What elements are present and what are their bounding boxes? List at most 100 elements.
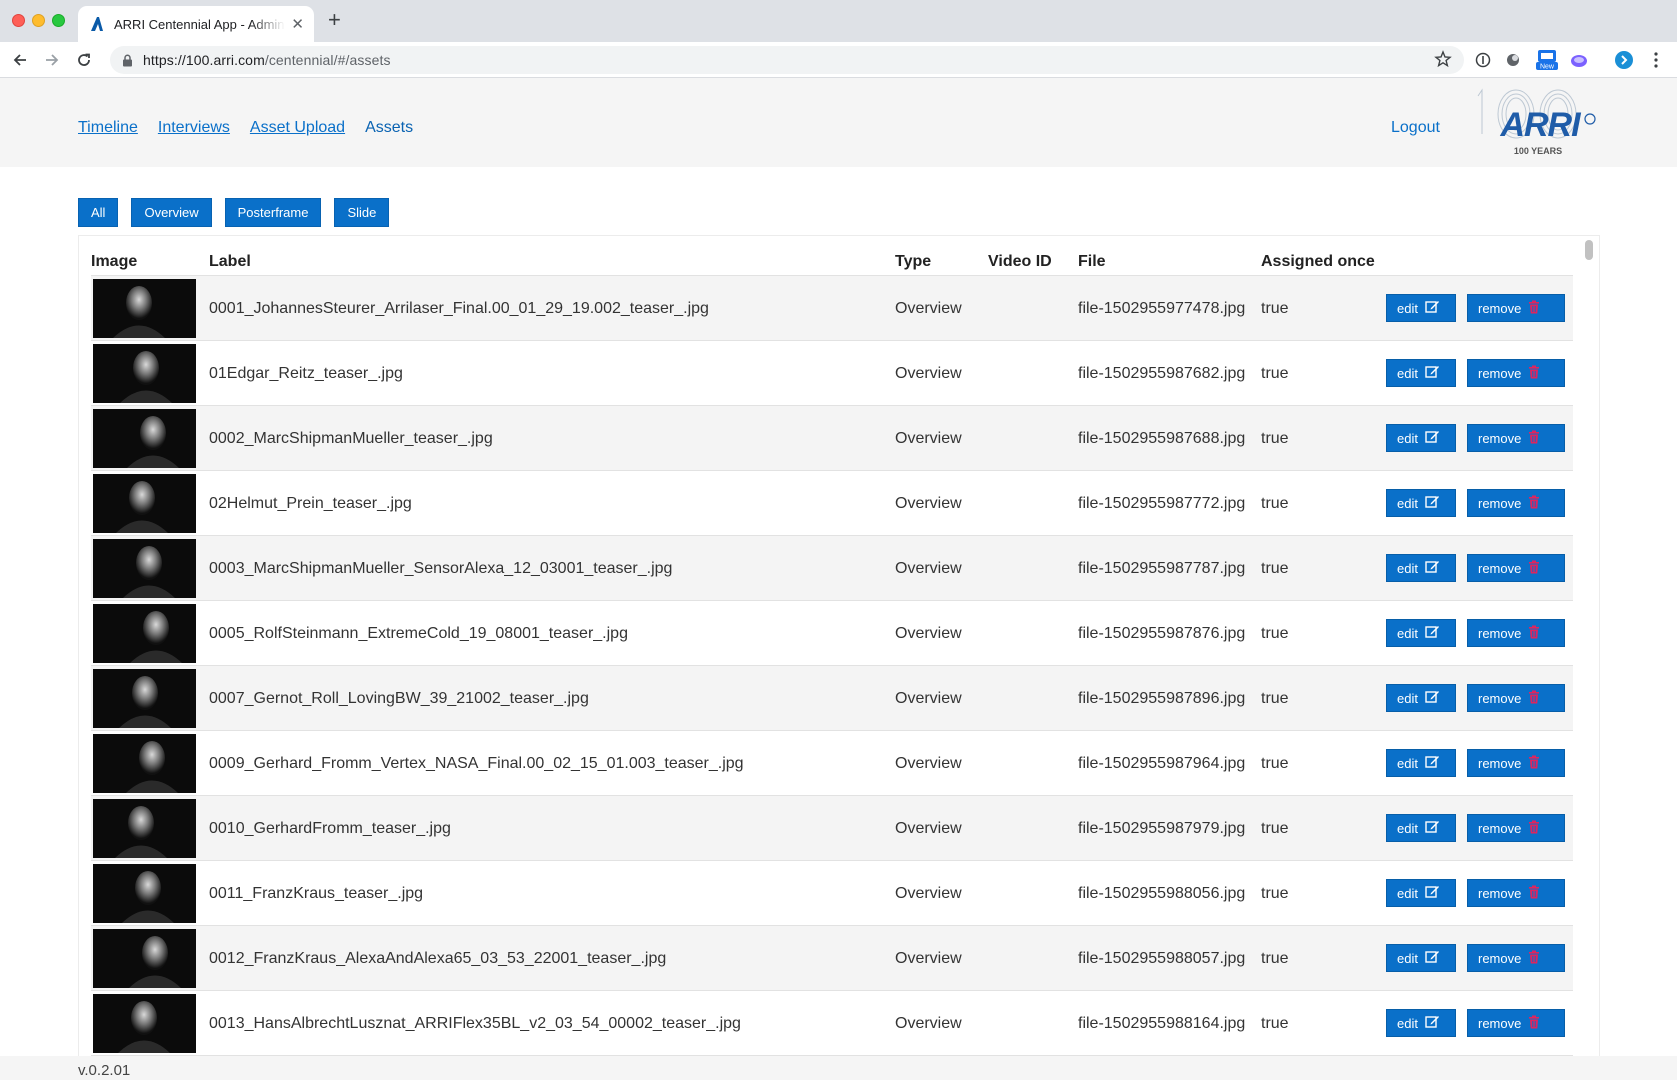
asset-thumbnail bbox=[93, 669, 196, 728]
bookmark-star-icon[interactable] bbox=[1434, 50, 1452, 73]
asset-type: Overview bbox=[895, 950, 962, 967]
filter-posterframe-button[interactable]: Posterframe bbox=[224, 198, 322, 227]
edit-button-label: edit bbox=[1397, 820, 1418, 836]
asset-file: file-1502955988164.jpg bbox=[1078, 1015, 1246, 1032]
tab-close-icon[interactable]: ✕ bbox=[291, 17, 304, 32]
asset-label: 0011_FranzKraus_teaser_.jpg bbox=[209, 885, 424, 902]
trash-icon bbox=[1528, 365, 1540, 382]
asset-file: file-1502955987682.jpg bbox=[1078, 365, 1246, 382]
asset-file: file-1502955987964.jpg bbox=[1078, 755, 1246, 772]
remove-button[interactable]: remove bbox=[1467, 749, 1565, 777]
edit-icon bbox=[1425, 494, 1440, 512]
edit-button[interactable]: edit bbox=[1386, 684, 1456, 712]
edit-button-label: edit bbox=[1397, 755, 1418, 771]
asset-assigned-once: true bbox=[1261, 1015, 1289, 1032]
arri-favicon-icon bbox=[88, 15, 106, 33]
trash-icon bbox=[1528, 885, 1540, 902]
extension-circle-icon[interactable] bbox=[1503, 50, 1523, 70]
remove-button[interactable]: remove bbox=[1467, 294, 1565, 322]
remove-button[interactable]: remove bbox=[1467, 684, 1565, 712]
edit-icon bbox=[1425, 754, 1440, 772]
logo-text: ARRI bbox=[1499, 106, 1582, 144]
asset-assigned-once: true bbox=[1261, 625, 1289, 642]
profile-avatar-icon[interactable] bbox=[1614, 50, 1634, 70]
asset-label: 0007_Gernot_Roll_LovingBW_39_21002_tease… bbox=[209, 690, 589, 707]
browser-menu-icon[interactable] bbox=[1646, 50, 1666, 70]
edit-icon bbox=[1425, 1014, 1440, 1032]
logout-link[interactable]: Logout bbox=[1391, 119, 1440, 137]
browser-tab-active[interactable]: ARRI Centennial App - Administration ✕ bbox=[78, 6, 314, 42]
close-window-button[interactable] bbox=[12, 14, 25, 27]
asset-assigned-once: true bbox=[1261, 885, 1289, 902]
remove-button-label: remove bbox=[1478, 820, 1522, 836]
asset-thumbnail bbox=[93, 604, 196, 663]
col-video-id: Video ID bbox=[988, 253, 1052, 270]
nav-assets[interactable]: Assets bbox=[365, 119, 413, 137]
col-label: Label bbox=[209, 253, 251, 270]
extension-info-icon[interactable] bbox=[1473, 50, 1493, 70]
asset-type: Overview bbox=[895, 1015, 962, 1032]
table-scrollbar[interactable] bbox=[1585, 240, 1593, 260]
remove-button[interactable]: remove bbox=[1467, 619, 1565, 647]
extension-cap-icon[interactable] bbox=[1569, 50, 1589, 70]
edit-icon bbox=[1425, 949, 1440, 967]
asset-label: 0005_RolfSteinmann_ExtremeCold_19_08001_… bbox=[209, 625, 628, 642]
edit-button[interactable]: edit bbox=[1386, 1009, 1456, 1037]
forward-icon[interactable] bbox=[41, 49, 63, 71]
remove-button[interactable]: remove bbox=[1467, 554, 1565, 582]
edit-icon bbox=[1425, 559, 1440, 577]
asset-assigned-once: true bbox=[1261, 430, 1289, 447]
edit-button[interactable]: edit bbox=[1386, 944, 1456, 972]
edit-button[interactable]: edit bbox=[1386, 489, 1456, 517]
maximize-window-button[interactable] bbox=[52, 14, 65, 27]
back-icon[interactable] bbox=[9, 49, 31, 71]
remove-button[interactable]: remove bbox=[1467, 489, 1565, 517]
asset-type-filters: All Overview Posterframe Slide bbox=[78, 198, 390, 227]
remove-button[interactable]: remove bbox=[1467, 944, 1565, 972]
col-assigned-once: Assigned once bbox=[1261, 253, 1375, 270]
trash-icon bbox=[1528, 430, 1540, 447]
trash-icon bbox=[1528, 560, 1540, 577]
trash-icon bbox=[1528, 625, 1540, 642]
nav-asset-upload[interactable]: Asset Upload bbox=[250, 119, 345, 137]
extension-new-icon[interactable]: New bbox=[1534, 50, 1560, 71]
edit-button[interactable]: edit bbox=[1386, 294, 1456, 322]
edit-button[interactable]: edit bbox=[1386, 879, 1456, 907]
remove-button[interactable]: remove bbox=[1467, 424, 1565, 452]
asset-file: file-1502955977478.jpg bbox=[1078, 300, 1246, 317]
edit-button[interactable]: edit bbox=[1386, 814, 1456, 842]
table-row: 0010_GerhardFromm_teaser_.jpg Overview fil… bbox=[91, 796, 1573, 861]
edit-button[interactable]: edit bbox=[1386, 619, 1456, 647]
remove-button[interactable]: remove bbox=[1467, 814, 1565, 842]
filter-slide-button[interactable]: Slide bbox=[334, 198, 390, 227]
edit-button[interactable]: edit bbox=[1386, 359, 1456, 387]
asset-thumbnail bbox=[93, 994, 196, 1053]
asset-thumbnail bbox=[93, 734, 196, 793]
remove-button[interactable]: remove bbox=[1467, 1009, 1565, 1037]
table-row: 0012_FranzKraus_AlexaAndAlexa65_03_53_22… bbox=[91, 926, 1573, 991]
asset-type: Overview bbox=[895, 755, 962, 772]
address-bar[interactable]: https://100.arri.com/centennial/#/assets bbox=[110, 46, 1464, 74]
browser-toolbar: https://100.arri.com/centennial/#/assets… bbox=[0, 42, 1677, 78]
trash-icon bbox=[1528, 820, 1540, 837]
remove-button[interactable]: remove bbox=[1467, 879, 1565, 907]
main-nav: Timeline Interviews Asset Upload Assets bbox=[78, 119, 413, 137]
filter-all-button[interactable]: All bbox=[78, 198, 119, 227]
edit-button[interactable]: edit bbox=[1386, 424, 1456, 452]
remove-button[interactable]: remove bbox=[1467, 359, 1565, 387]
nav-interviews[interactable]: Interviews bbox=[158, 119, 230, 137]
asset-label: 0002_MarcShipmanMueller_teaser_.jpg bbox=[209, 430, 493, 447]
reload-icon[interactable] bbox=[73, 49, 95, 71]
trash-icon bbox=[1528, 950, 1540, 967]
nav-timeline[interactable]: Timeline bbox=[78, 119, 138, 137]
col-type: Type bbox=[895, 253, 932, 270]
asset-assigned-once: true bbox=[1261, 755, 1289, 772]
asset-type: Overview bbox=[895, 365, 962, 382]
filter-overview-button[interactable]: Overview bbox=[131, 198, 212, 227]
table-row: 0007_Gernot_Roll_LovingBW_39_21002_tease… bbox=[91, 666, 1573, 731]
new-tab-icon[interactable]: + bbox=[328, 9, 341, 31]
edit-button[interactable]: edit bbox=[1386, 554, 1456, 582]
edit-button[interactable]: edit bbox=[1386, 749, 1456, 777]
minimize-window-button[interactable] bbox=[32, 14, 45, 27]
edit-icon bbox=[1425, 884, 1440, 902]
